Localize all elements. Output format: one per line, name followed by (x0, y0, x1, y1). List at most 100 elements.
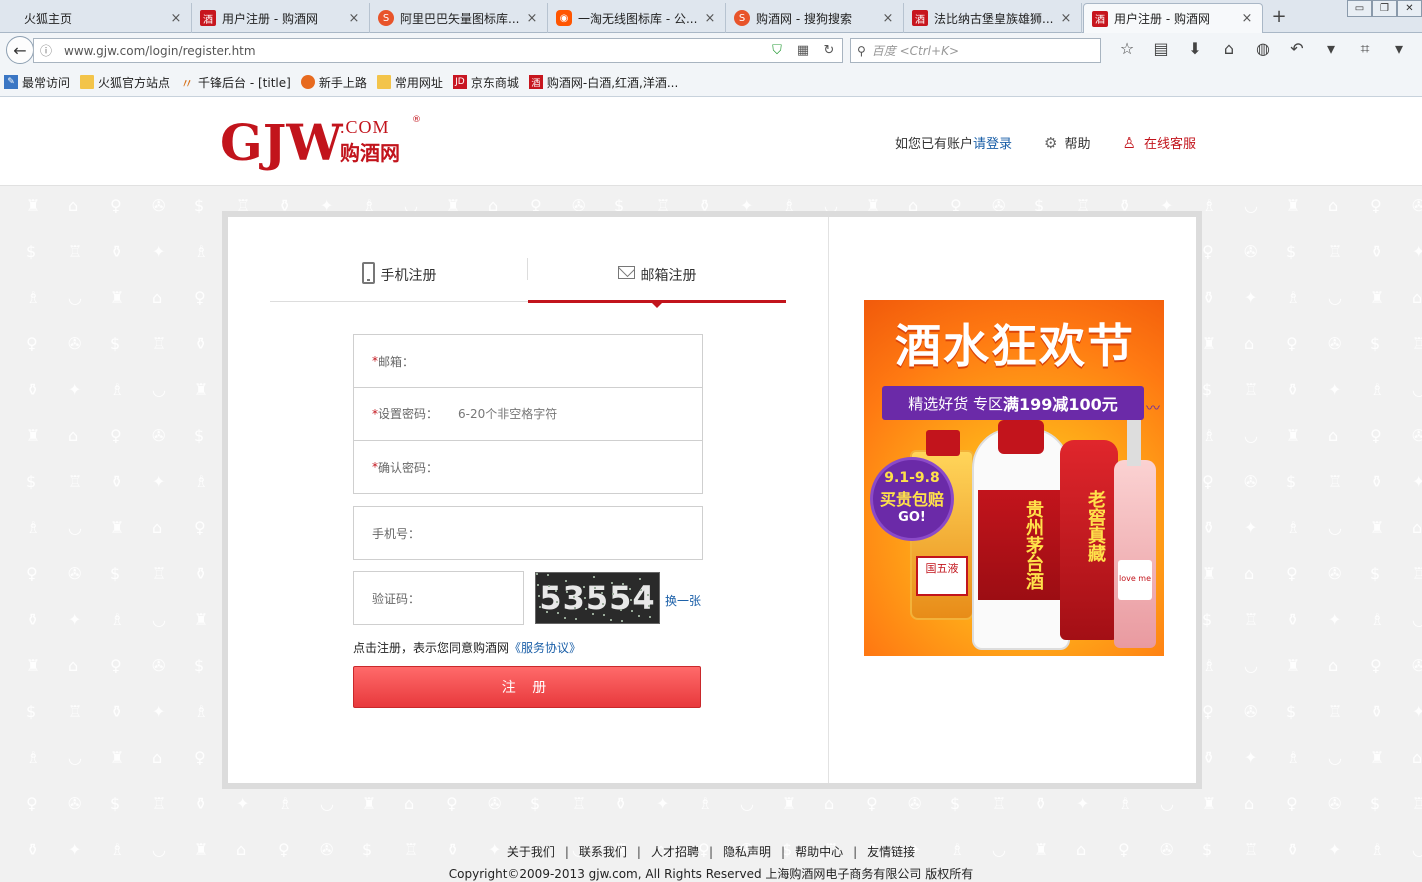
footer-link[interactable]: 人才招聘 (651, 845, 699, 859)
tab-phone-register[interactable]: 手机注册 (270, 247, 528, 302)
back-icon[interactable]: ← (6, 36, 34, 64)
close-tab-icon[interactable]: × (347, 11, 361, 26)
browser-tab[interactable]: S 购酒网 - 搜狗搜索 × (726, 3, 904, 33)
captcha-field[interactable]: 验证码： (353, 571, 524, 625)
pattern-glyph: ♜ (26, 196, 41, 215)
chat-icon[interactable]: ◍ (1246, 39, 1280, 59)
pattern-glyph: ♀ (1370, 426, 1382, 445)
qr-code-icon[interactable]: ▦ (790, 43, 816, 58)
has-account-text: 如您已有账户 (895, 137, 974, 152)
footer-link[interactable]: 联系我们 (579, 845, 627, 859)
pattern-glyph: ♗ (110, 610, 125, 629)
bookmark-item[interactable]: 新手上路 (300, 74, 367, 91)
footer-link[interactable]: 友情链接 (867, 845, 915, 859)
email-field[interactable]: * 邮箱： (353, 334, 703, 388)
home-icon[interactable]: ⌂ (1212, 39, 1246, 59)
browser-tab[interactable]: 酒 法比纳古堡皇族雄狮... × (904, 3, 1082, 33)
pattern-glyph: ♗ (1286, 288, 1301, 307)
footer-separator: | (708, 845, 714, 859)
tab-title: 用户注册 - 购酒网 (222, 11, 318, 26)
pattern-glyph: ♖ (152, 564, 167, 583)
pattern-glyph: ♖ (1244, 380, 1259, 399)
close-tab-icon[interactable]: × (703, 11, 717, 26)
login-link[interactable]: 请登录 (973, 133, 1012, 152)
dropdown-icon[interactable]: ▾ (1314, 39, 1348, 59)
pattern-glyph: ◡ (152, 380, 166, 399)
window-controls: ▭ ❐ ✕ (1347, 0, 1422, 17)
footer-link[interactable]: 隐私声明 (723, 845, 771, 859)
pattern-glyph: ✦ (152, 242, 166, 261)
restore-icon[interactable]: ❐ (1372, 0, 1397, 17)
promo-banner[interactable]: 酒水狂欢节 精选好货 专区 满199减100元 〰 国五液 贵州茅台酒 老窖真藏 … (864, 300, 1164, 656)
password-field[interactable]: * 设置密码： 6-20个非空格字符 (353, 387, 703, 441)
new-tab-icon[interactable]: + (1268, 6, 1290, 27)
gjw-logo[interactable]: GJW .COM 购酒网 ® (220, 115, 421, 171)
person-icon: ♙ (1122, 133, 1136, 152)
confirm-password-field[interactable]: * 确认密码： (353, 440, 703, 494)
register-button[interactable]: 注 册 (353, 666, 701, 708)
browser-tab[interactable]: 酒 用户注册 - 购酒网 × (192, 3, 370, 33)
pattern-glyph: ⚱ (1202, 518, 1216, 537)
reload-icon[interactable]: ↻ (816, 43, 842, 58)
pattern-glyph: $ (1286, 702, 1297, 721)
pattern-glyph: ♀ (26, 564, 38, 583)
mobile-field[interactable]: 手机号： (353, 506, 703, 560)
info-icon[interactable]: ⓘ (40, 42, 60, 59)
close-tab-icon[interactable]: × (525, 11, 539, 26)
bookmark-star-icon[interactable]: ☆ (1110, 39, 1144, 59)
minimize-icon[interactable]: ▭ (1347, 0, 1372, 17)
refresh-captcha-link[interactable]: 换一张 (665, 592, 701, 609)
captcha-image[interactable]: 53554 (535, 572, 660, 624)
browser-tab[interactable]: S 阿里巴巴矢量图标库... × (370, 3, 548, 33)
close-window-icon[interactable]: ✕ (1397, 0, 1422, 17)
crop-icon[interactable]: ⌗ (1348, 39, 1382, 59)
shield-icon[interactable]: ⛉ (764, 43, 790, 58)
bookmark-label: 最常访问 (22, 75, 71, 90)
close-tab-icon[interactable]: × (1059, 11, 1073, 26)
pattern-glyph: ⌂ (1412, 288, 1422, 307)
pattern-glyph: ♀ (1286, 334, 1298, 353)
search-input[interactable]: ⚲ 百度 <Ctrl+K> (850, 38, 1101, 63)
captcha-noise (557, 612, 559, 614)
pattern-glyph: ♖ (1328, 472, 1343, 491)
maotai-bottle: 贵州茅台酒 (972, 420, 1070, 650)
pattern-glyph: ♀ (866, 794, 878, 813)
tab-email-register[interactable]: 邮箱注册 (528, 247, 786, 302)
dropdown-icon[interactable]: ▾ (1382, 39, 1416, 59)
customer-service-link[interactable]: ♙ 在线客服 (1122, 133, 1196, 153)
pattern-glyph: ♜ (194, 610, 209, 629)
help-link[interactable]: ⚙ 帮助 (1044, 133, 1090, 153)
download-icon[interactable]: ⬇ (1178, 39, 1212, 59)
captcha-noise (593, 576, 595, 578)
browser-tab-active[interactable]: 酒 用户注册 - 购酒网 × (1083, 3, 1263, 33)
close-tab-icon[interactable]: × (1240, 11, 1254, 26)
captcha-noise (536, 573, 538, 575)
captcha-label: 验证码： (372, 591, 421, 606)
reading-list-icon[interactable]: ▤ (1144, 39, 1178, 59)
service-agreement-link[interactable]: 《服务协议》 (509, 641, 581, 655)
browser-tab[interactable]: 火狐主页 × (0, 3, 192, 33)
close-tab-icon[interactable]: × (169, 11, 183, 26)
tab-title: 火狐主页 (24, 11, 73, 26)
bookmark-item[interactable]: 酒购酒网-白酒,红酒,洋酒... (528, 74, 678, 91)
footer-link[interactable]: 帮助中心 (795, 845, 843, 859)
pattern-glyph: ✦ (1412, 242, 1422, 261)
close-tab-icon[interactable]: × (881, 11, 895, 26)
bookmark-item[interactable]: 〃千锋后台 - [title] (180, 74, 291, 92)
active-tab-arrow (652, 303, 662, 308)
bookmark-item[interactable]: ✎ 最常访问 (4, 74, 70, 91)
footer-link[interactable]: 关于我们 (507, 845, 555, 859)
bookmark-item[interactable]: JD 京东商城 (452, 74, 519, 91)
undo-icon[interactable]: ↶ (1280, 39, 1314, 59)
captcha-noise (629, 588, 631, 590)
bookmark-item[interactable]: 火狐官方站点 (80, 74, 170, 91)
pattern-glyph: ⌂ (68, 656, 79, 675)
pattern-glyph: ⌂ (1412, 518, 1422, 537)
captcha-noise (575, 618, 577, 620)
bookmark-item[interactable]: 常用网址 (376, 74, 443, 91)
pattern-glyph: $ (1370, 334, 1381, 353)
browser-tab[interactable]: ◉ 一淘无线图标库 - 公... × (548, 3, 726, 33)
sogou-icon: S (734, 10, 750, 26)
address-bar[interactable]: ⓘ www.gjw.com/login/register.htm ⛉ ▦ ↻ (33, 38, 843, 63)
menu-icon[interactable]: ≡ (1416, 39, 1422, 59)
